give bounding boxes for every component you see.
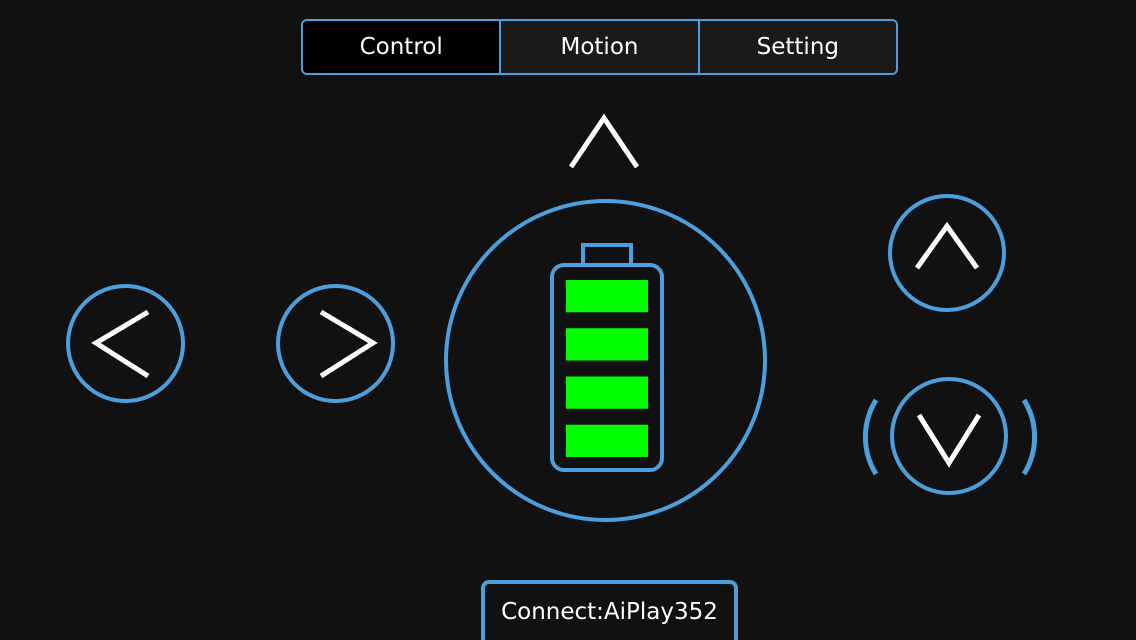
- chevron-down-icon: [916, 413, 982, 468]
- tab-control[interactable]: Control: [303, 21, 500, 73]
- battery-bar: [566, 424, 648, 457]
- connection-status-label: Connect:AiPlay352: [501, 599, 718, 625]
- chevron-right-icon: [319, 309, 378, 379]
- chevron-up-icon: [914, 221, 980, 270]
- up-button[interactable]: [888, 194, 1006, 312]
- down-button[interactable]: [890, 377, 1008, 495]
- down-button-group: [852, 372, 1048, 500]
- battery-bar: [566, 280, 648, 313]
- tab-control-label: Control: [359, 34, 443, 60]
- battery-bar: [566, 328, 648, 361]
- tab-motion-label: Motion: [560, 34, 639, 60]
- battery-indicator: [444, 199, 767, 522]
- battery-bar: [566, 376, 648, 409]
- tab-setting-label: Setting: [756, 34, 839, 60]
- connection-status: Connect:AiPlay352: [481, 580, 738, 640]
- chevron-up-icon: [568, 113, 640, 169]
- tab-bar: Control Motion Setting: [301, 19, 898, 75]
- tab-setting[interactable]: Setting: [697, 21, 896, 73]
- forward-button[interactable]: [566, 112, 642, 172]
- turn-left-button[interactable]: [66, 284, 185, 403]
- battery-icon: [550, 243, 664, 472]
- chevron-left-icon: [91, 309, 150, 379]
- tab-motion[interactable]: Motion: [499, 21, 698, 73]
- control-screen: Control Motion Setting Connect:AiPlay352: [0, 0, 1136, 640]
- turn-right-button[interactable]: [276, 284, 395, 403]
